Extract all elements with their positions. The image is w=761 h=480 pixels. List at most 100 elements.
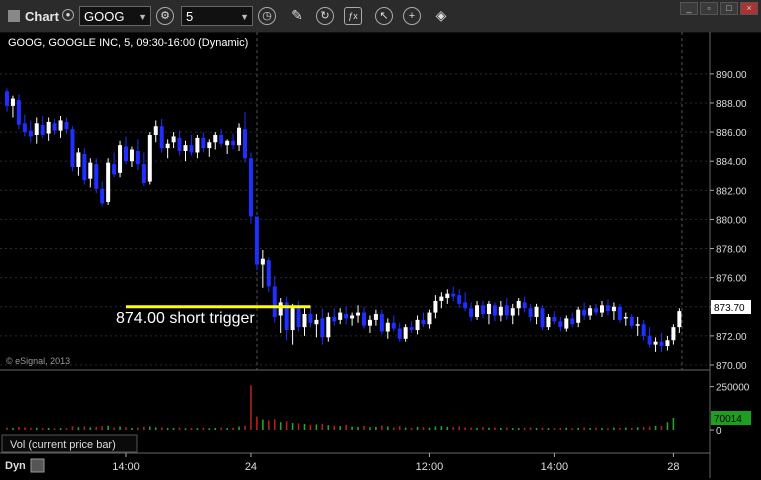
cursor-icon[interactable]: ↖ <box>375 7 393 25</box>
candle[interactable] <box>528 308 533 317</box>
candle[interactable] <box>189 145 194 153</box>
candle[interactable] <box>391 322 396 329</box>
restore-button[interactable]: ▫ <box>700 2 718 15</box>
candle[interactable] <box>469 308 474 317</box>
pencil-draw-icon[interactable]: ✎ <box>288 7 306 25</box>
candle[interactable] <box>272 286 277 317</box>
candle[interactable] <box>510 308 515 316</box>
candle[interactable] <box>486 303 491 315</box>
candle[interactable] <box>290 308 295 331</box>
candle[interactable] <box>605 305 610 312</box>
price-axis[interactable]: 890.00 888.00 886.00 884.00 882.00 880.00 878.… <box>710 70 747 372</box>
chart-type-icon[interactable]: ⚙ <box>156 7 174 25</box>
candle[interactable] <box>260 258 265 265</box>
candle[interactable] <box>362 312 366 326</box>
maximize-button[interactable]: □ <box>720 2 738 15</box>
candle[interactable] <box>302 314 307 328</box>
candle[interactable] <box>653 341 658 345</box>
candle[interactable] <box>278 302 283 316</box>
candle[interactable] <box>350 315 355 319</box>
candle[interactable] <box>367 319 372 326</box>
interval-input[interactable]: 5 ▼ <box>181 6 253 26</box>
candle[interactable] <box>516 300 521 309</box>
candle[interactable] <box>647 335 652 345</box>
candle[interactable] <box>112 164 117 175</box>
candle[interactable] <box>451 293 456 297</box>
candle[interactable] <box>153 126 158 135</box>
candle[interactable] <box>266 260 271 287</box>
candle[interactable] <box>82 153 87 181</box>
candle[interactable] <box>141 164 146 184</box>
scale-lock-icon[interactable] <box>30 458 45 473</box>
candle[interactable] <box>582 309 587 316</box>
candle[interactable] <box>58 120 63 131</box>
candle[interactable] <box>379 314 384 332</box>
candle[interactable] <box>237 127 242 146</box>
interval-clock-icon[interactable]: ◷ <box>258 7 276 25</box>
candle[interactable] <box>504 305 509 316</box>
candle[interactable] <box>118 145 123 173</box>
candle[interactable] <box>635 324 640 326</box>
candle[interactable] <box>427 312 432 325</box>
candle[interactable] <box>201 137 206 149</box>
candle[interactable] <box>171 136 176 143</box>
candle[interactable] <box>124 146 128 162</box>
symbol-input[interactable]: GOOG ▼ <box>79 6 151 26</box>
candle[interactable] <box>94 164 99 189</box>
candle[interactable] <box>332 316 337 322</box>
candle[interactable] <box>243 129 247 159</box>
candle[interactable] <box>439 296 444 301</box>
candle[interactable] <box>356 312 361 316</box>
candle[interactable] <box>457 295 462 304</box>
candle[interactable] <box>16 100 21 125</box>
candle[interactable] <box>34 123 39 135</box>
candle[interactable] <box>665 340 670 347</box>
candle[interactable] <box>225 140 230 146</box>
candle[interactable] <box>28 130 33 137</box>
candle[interactable] <box>147 134 152 182</box>
candle[interactable] <box>100 188 105 204</box>
candle[interactable] <box>552 316 557 322</box>
candle[interactable] <box>445 293 450 299</box>
candle[interactable] <box>594 308 599 313</box>
candle[interactable] <box>403 327 408 339</box>
candle[interactable] <box>40 124 45 135</box>
candle[interactable] <box>415 319 420 331</box>
candle[interactable] <box>617 306 622 320</box>
candle[interactable] <box>570 318 575 325</box>
candle[interactable] <box>320 318 325 338</box>
candle[interactable] <box>64 121 69 130</box>
candle[interactable] <box>588 308 593 316</box>
candle[interactable] <box>177 137 182 151</box>
candle[interactable] <box>52 123 57 131</box>
candle[interactable] <box>546 316 551 328</box>
candle[interactable] <box>296 308 301 328</box>
candle[interactable] <box>207 142 212 149</box>
candle[interactable] <box>308 314 313 323</box>
candle[interactable] <box>397 328 402 339</box>
candle[interactable] <box>475 305 480 317</box>
candle[interactable] <box>129 149 134 162</box>
candle[interactable] <box>421 319 426 325</box>
eraser-icon[interactable]: ◈ <box>432 7 450 25</box>
close-button[interactable]: × <box>740 2 758 15</box>
candle[interactable] <box>231 140 236 146</box>
candle[interactable] <box>629 316 634 326</box>
candle[interactable] <box>641 324 646 336</box>
candle[interactable] <box>558 321 563 328</box>
candle[interactable] <box>385 322 390 332</box>
candle[interactable] <box>540 308 545 328</box>
candle[interactable] <box>659 341 664 347</box>
candle[interactable] <box>76 152 81 168</box>
candle[interactable] <box>46 121 51 134</box>
candle[interactable] <box>183 145 188 151</box>
candle[interactable] <box>70 129 75 168</box>
candle[interactable] <box>481 305 485 315</box>
candle[interactable] <box>5 91 9 106</box>
candle[interactable] <box>623 316 628 319</box>
candle[interactable] <box>498 306 503 316</box>
chevron-down-icon[interactable]: ▼ <box>138 7 147 27</box>
candle[interactable] <box>88 162 93 179</box>
add-link-icon[interactable]: + <box>403 7 421 25</box>
candle[interactable] <box>338 312 343 320</box>
